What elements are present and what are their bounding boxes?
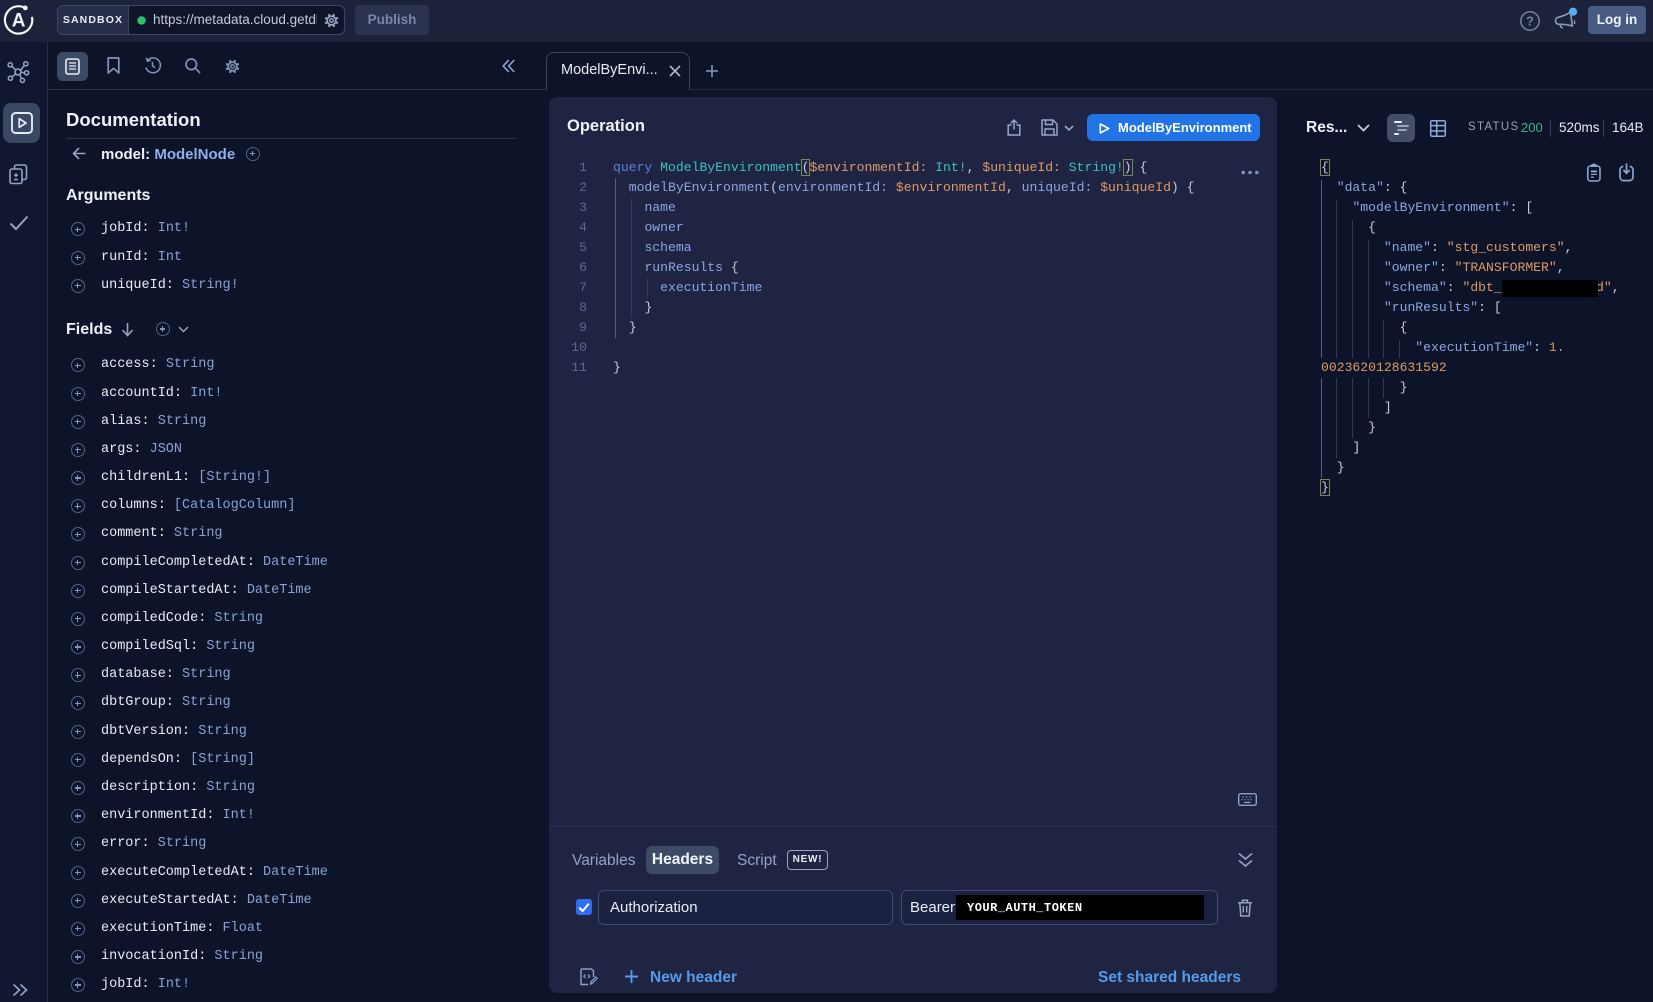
svg-text:A: A [12, 11, 26, 32]
svg-text:?: ? [1526, 14, 1534, 28]
